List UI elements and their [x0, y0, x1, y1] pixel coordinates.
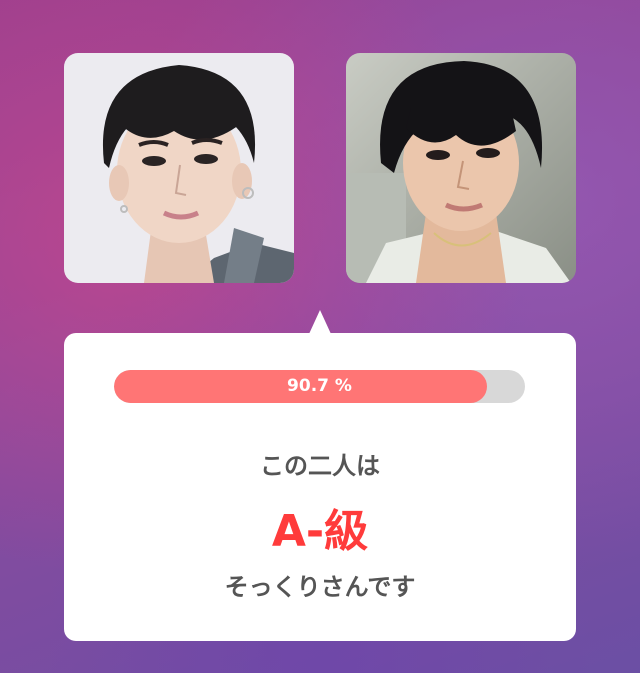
left-person-photo	[64, 53, 294, 283]
right-person-image	[346, 53, 576, 283]
similarity-progress-bar: 90.7 %	[114, 370, 525, 403]
result-card: 90.7 % この二人は A-級 そっくりさんです	[64, 333, 576, 641]
similarity-grade: A-級	[271, 506, 369, 557]
right-person-photo	[346, 53, 576, 283]
result-conclusion-text: そっくりさんです	[224, 573, 416, 601]
card-pointer	[309, 310, 331, 334]
result-intro-text: この二人は	[260, 452, 380, 480]
left-person-image	[64, 53, 294, 283]
similarity-percent-label: 90.7 %	[287, 376, 352, 396]
